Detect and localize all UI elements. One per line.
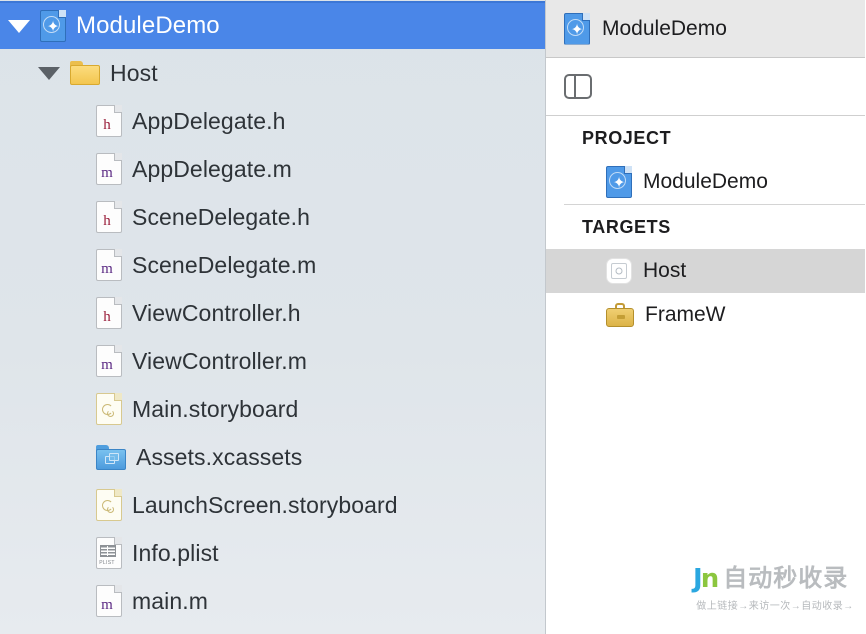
navigator-row[interactable]: m main.m [0, 577, 545, 625]
navigator-row-label: SceneDelegate.h [132, 203, 310, 230]
editor-list-item-label: FrameW [645, 303, 726, 326]
app-target-icon [606, 258, 632, 284]
section-heading: PROJECT [582, 127, 672, 148]
watermark-mark-j: J [693, 564, 703, 594]
navigator-row[interactable]: Main.storyboard [0, 385, 545, 433]
navigator-row-label: Host [110, 59, 158, 86]
implementation-file-icon: m [96, 345, 122, 377]
storyboard-icon [96, 393, 122, 425]
section-heading: TARGETS [582, 216, 671, 237]
navigator-row-label: AppDelegate.h [132, 107, 286, 134]
navigator-row[interactable]: h ViewController.h [0, 289, 545, 337]
disclosure-triangle-down-icon[interactable] [38, 66, 60, 80]
navigator-row-label: Info.plist [132, 539, 219, 566]
navigator-row-label: ViewController.h [132, 299, 301, 326]
watermark: J n 自动秒收录 做上链接→来访一次→自动收录→ [693, 564, 857, 620]
header-file-icon: h [96, 297, 122, 329]
editor-toolbar [546, 58, 865, 116]
watermark-logo-row: J n 自动秒收录 [693, 564, 857, 594]
xcodeproj-icon: ✦ [40, 10, 66, 42]
navigator-row-label: AppDelegate.m [132, 155, 292, 182]
implementation-file-icon: m [96, 585, 122, 617]
project-editor: ✦ ModuleDemo PROJECT ✦ ModuleDemo TARGETS Ho… [546, 0, 865, 634]
navigator-row-label: ViewController.m [132, 347, 308, 374]
navigator-row[interactable]: Host [0, 49, 545, 97]
navigator-row[interactable]: h AppDelegate.h [0, 97, 545, 145]
navigator-row-label: ModuleDemo [76, 12, 220, 39]
breadcrumb[interactable]: ✦ ModuleDemo [546, 0, 865, 58]
watermark-mark-n: n [700, 564, 719, 594]
navigator-row-label: LaunchScreen.storyboard [132, 491, 398, 518]
navigator-row[interactable]: LaunchScreen.storyboard [0, 481, 545, 529]
navigator-row[interactable]: m ViewController.m [0, 337, 545, 385]
navigator-row[interactable]: ✦ ModuleDemo [0, 1, 545, 49]
navigator-row-label: Main.storyboard [132, 395, 299, 422]
editor-list-item[interactable]: ✦ ModuleDemo [546, 160, 865, 204]
watermark-subtitle: 做上链接→来访一次→自动收录→ [696, 601, 854, 612]
xcode-project-window: ✦ ModuleDemo Host h AppDelegate.h m AppDelegat… [0, 0, 866, 634]
navigator-row[interactable]: Assets.xcassets [0, 433, 545, 481]
editor-list-item-label: Host [643, 259, 687, 282]
storyboard-icon [96, 489, 122, 521]
sidebar-toggle-icon[interactable] [564, 74, 592, 99]
implementation-file-icon: m [96, 249, 122, 281]
navigator-row-label: main.m [132, 587, 209, 614]
navigator-row[interactable]: h SceneDelegate.h [0, 193, 545, 241]
editor-list-item-label: ModuleDemo [643, 170, 768, 193]
xcassets-icon [96, 444, 126, 470]
project-navigator[interactable]: ✦ ModuleDemo Host h AppDelegate.h m AppDelegat… [0, 0, 546, 634]
implementation-file-icon: m [96, 153, 122, 185]
navigator-row-label: SceneDelegate.m [132, 251, 317, 278]
breadcrumb-label: ModuleDemo [602, 16, 727, 40]
header-file-icon: h [96, 105, 122, 137]
xcodeproj-icon: ✦ [564, 12, 590, 45]
navigator-row[interactable]: PLIST Info.plist [0, 529, 545, 577]
navigator-row[interactable]: m AppDelegate.m [0, 145, 545, 193]
xcodeproj-icon: ✦ [606, 166, 632, 198]
navigator-row-label: Assets.xcassets [136, 443, 303, 470]
header-file-icon: h [96, 201, 122, 233]
watermark-title: 自动秒收录 [723, 565, 849, 592]
editor-list-item[interactable]: Host [546, 249, 865, 293]
framework-target-icon [606, 303, 634, 327]
plist-icon: PLIST [96, 537, 122, 569]
disclosure-triangle-down-icon[interactable] [8, 19, 30, 33]
folder-icon [70, 61, 100, 85]
editor-list-item[interactable]: FrameW [546, 293, 865, 337]
navigator-row[interactable]: m SceneDelegate.m [0, 241, 545, 289]
